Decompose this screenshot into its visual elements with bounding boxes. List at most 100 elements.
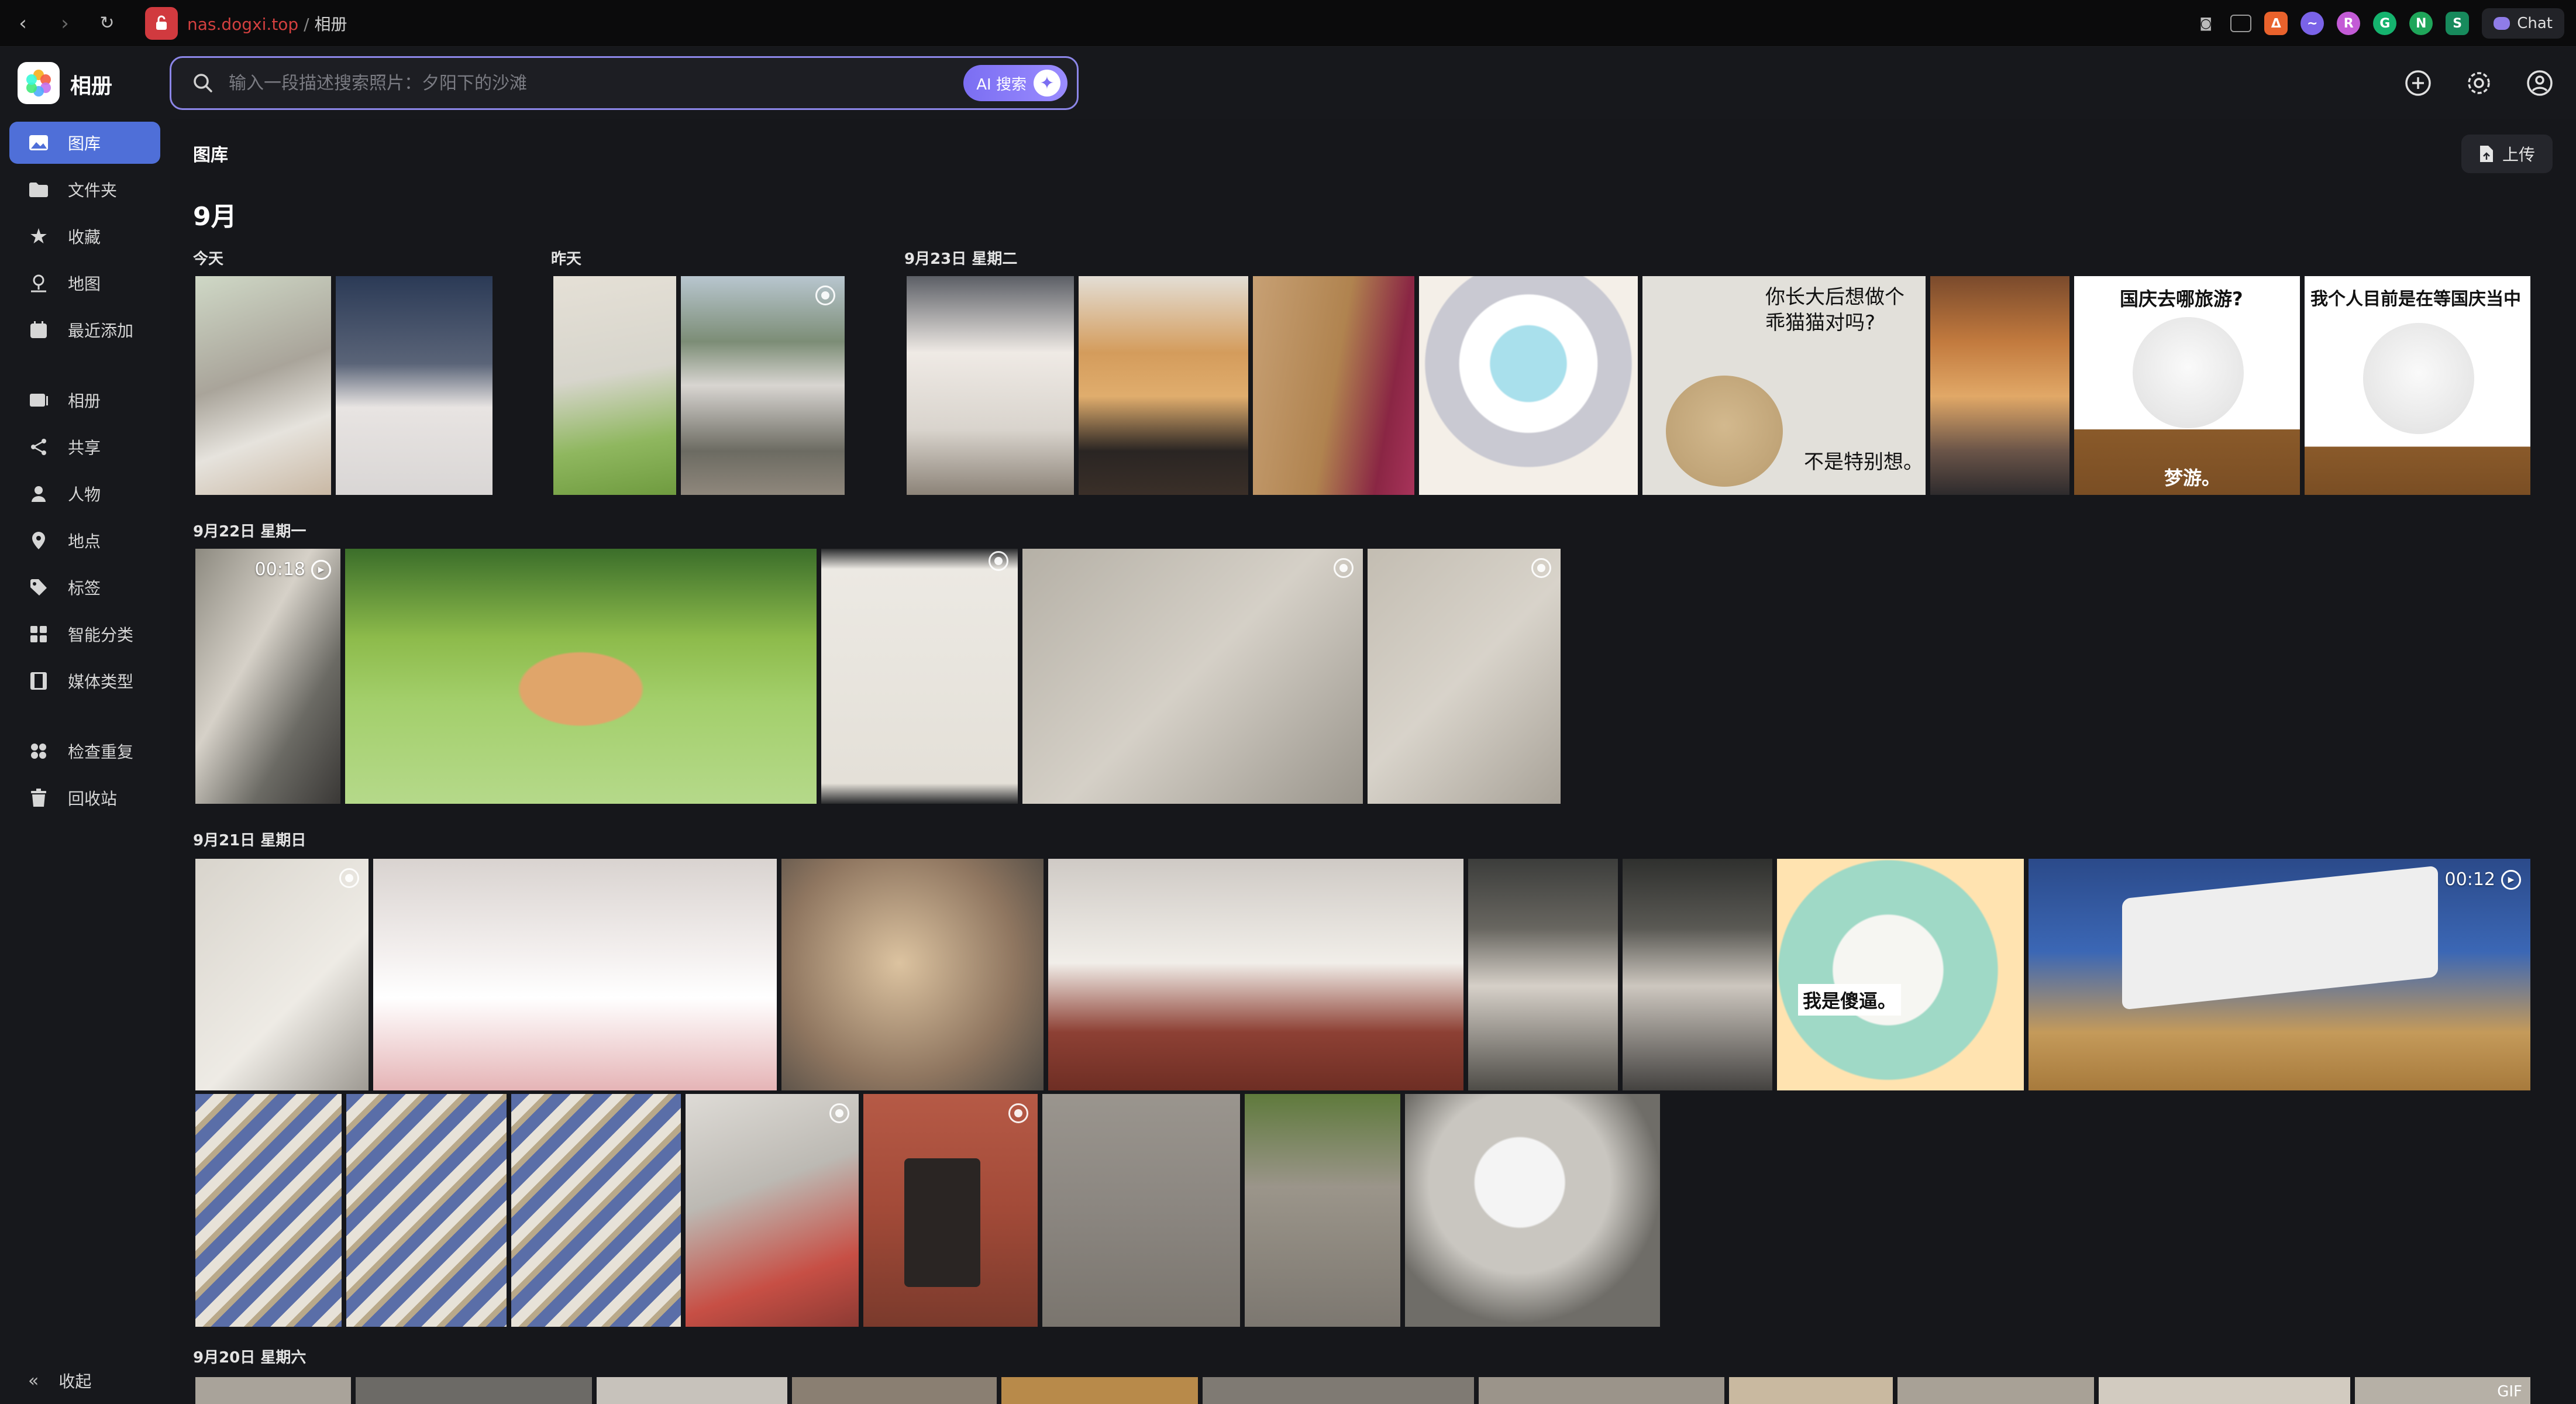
photo-thumbnail[interactable]: [1022, 549, 1363, 804]
account-icon[interactable]: [2525, 68, 2555, 98]
url-text: nas.dogxi.top / 相册: [187, 14, 347, 34]
sidebar-item-trash[interactable]: 回收站: [9, 777, 160, 819]
s-extension-icon[interactable]: S: [2446, 12, 2470, 35]
photo-thumbnail[interactable]: [686, 1094, 859, 1327]
sidebar-item-albums[interactable]: 相册: [9, 379, 160, 421]
grammarly-extension-icon[interactable]: G: [2373, 12, 2397, 35]
photo-thumbnail[interactable]: [1897, 1377, 2094, 1404]
fox-extension-icon[interactable]: ᐃ: [2264, 12, 2288, 35]
sidebar-item-smart[interactable]: 智能分类: [9, 613, 160, 655]
meme-caption-guoqing-answer: 梦游。: [2164, 467, 2221, 489]
sidebar-item-folders[interactable]: 文件夹: [9, 168, 160, 211]
sidebar-item-media-types[interactable]: 媒体类型: [9, 660, 160, 702]
photo-thumbnail[interactable]: 我是傻逼。: [1777, 859, 2024, 1090]
settings-icon[interactable]: [2464, 68, 2494, 98]
upload-button[interactable]: 上传: [2461, 135, 2553, 173]
photo-thumbnail[interactable]: [1419, 276, 1638, 495]
photo-thumbnail[interactable]: [821, 549, 1018, 804]
sidebar-item-label: 标签: [68, 579, 101, 598]
collapse-sidebar-button[interactable]: « 收起: [9, 1363, 91, 1398]
photo-thumbnail[interactable]: [1253, 276, 1414, 495]
extensions-bar: ◙ ᐃ ~ R G N S Chat: [2194, 6, 2564, 41]
photo-thumbnail[interactable]: [511, 1094, 681, 1327]
date-label-sep20: 9月20日 星期六: [193, 1349, 306, 1367]
photo-thumbnail[interactable]: [1479, 1377, 1724, 1404]
app-title: 相册: [70, 74, 113, 98]
photo-thumbnail[interactable]: [1245, 1094, 1400, 1327]
date-label-sep23: 9月23日 星期二: [904, 250, 1018, 268]
photo-thumbnail[interactable]: [1001, 1377, 1198, 1404]
photo-thumbnail[interactable]: [781, 859, 1044, 1090]
sidebar-item-shared[interactable]: 共享: [9, 426, 160, 468]
photo-thumbnail[interactable]: [597, 1377, 787, 1404]
lr-extension-icon[interactable]: R: [2337, 12, 2361, 35]
photo-thumbnail[interactable]: [356, 1377, 592, 1404]
app-header: 相册 AI 搜索 ✦: [0, 47, 2576, 119]
photo-thumbnail[interactable]: [195, 1377, 351, 1404]
photo-thumbnail[interactable]: [1203, 1377, 1474, 1404]
sidebar-item-tags[interactable]: 标签: [9, 566, 160, 608]
search-icon: [194, 74, 212, 92]
photo-thumbnail[interactable]: [1368, 549, 1561, 804]
photo-thumbnail[interactable]: [1729, 1377, 1893, 1404]
photo-thumbnail[interactable]: 我个人目前是在等国庆当中: [2305, 276, 2530, 495]
sidebar-item-favorites[interactable]: ★ 收藏: [9, 215, 160, 257]
meme-cat-face: [1666, 376, 1783, 487]
photo-thumbnail[interactable]: [553, 276, 676, 495]
photo-thumbnail[interactable]: [373, 859, 777, 1090]
chat-button[interactable]: Chat: [2482, 8, 2564, 39]
photo-thumbnail[interactable]: [863, 1094, 1038, 1327]
photo-thumbnail[interactable]: [2099, 1377, 2350, 1404]
photo-thumbnail[interactable]: [195, 1094, 342, 1327]
play-icon: ▶: [2501, 869, 2521, 890]
reload-icon[interactable]: ↻: [92, 9, 122, 38]
photo-thumbnail[interactable]: [336, 276, 493, 495]
n-extension-icon[interactable]: N: [2409, 12, 2433, 35]
forward-icon[interactable]: ›: [50, 9, 80, 38]
video-thumbnail[interactable]: 00:12 ▶: [2029, 859, 2530, 1090]
page-title: 图库: [193, 145, 228, 166]
tag-icon: [27, 576, 50, 599]
photo-thumbnail[interactable]: [907, 276, 1074, 495]
photo-thumbnail[interactable]: [195, 276, 331, 495]
sidebar-item-recent[interactable]: 最近添加: [9, 309, 160, 351]
sidebar-item-map[interactable]: 地图: [9, 262, 160, 304]
sidebar-item-library[interactable]: 图库: [9, 122, 160, 164]
sidebar-item-label: 媒体类型: [68, 672, 134, 691]
photo-thumbnail[interactable]: [346, 1094, 507, 1327]
photo-thumbnail[interactable]: 你长大后想做个乖猫猫对吗? 不是特别想。: [1642, 276, 1926, 495]
photo-thumbnail[interactable]: [1042, 1094, 1240, 1327]
photo-thumbnail[interactable]: 国庆去哪旅游? 梦游。: [2074, 276, 2300, 495]
film-icon: [27, 669, 50, 693]
live-photo-icon: [829, 1103, 849, 1123]
duration-text: 00:18: [254, 559, 305, 580]
photo-thumbnail[interactable]: [1930, 276, 2069, 495]
photo-thumbnail[interactable]: [1623, 859, 1772, 1090]
photo-thumbnail[interactable]: [1079, 276, 1248, 495]
search-input[interactable]: [229, 73, 964, 94]
photo-thumbnail[interactable]: [345, 549, 817, 804]
sidebar-item-duplicates[interactable]: 检查重复: [9, 730, 160, 772]
photo-thumbnail[interactable]: [1405, 1094, 1660, 1327]
photo-thumbnail[interactable]: [681, 276, 845, 495]
photo-thumbnail[interactable]: [792, 1377, 997, 1404]
photo-thumbnail[interactable]: [1468, 859, 1618, 1090]
video-thumbnail[interactable]: 00:18 ▶: [195, 549, 340, 804]
photo-thumbnail[interactable]: [195, 859, 369, 1090]
site-favicon-icon: [145, 6, 178, 40]
photo-thumbnail[interactable]: [1048, 859, 1463, 1090]
sidebar-item-places[interactable]: 地点: [9, 519, 160, 562]
trash-icon: [27, 786, 50, 810]
live-photo-icon: [989, 551, 1008, 571]
address-bar[interactable]: nas.dogxi.top / 相册: [145, 6, 347, 40]
sidebar-item-people[interactable]: 人物: [9, 473, 160, 515]
add-icon[interactable]: [2403, 68, 2433, 98]
ai-search-button[interactable]: AI 搜索 ✦: [963, 65, 1067, 101]
camera-icon[interactable]: ◙: [2194, 12, 2217, 35]
image-icon[interactable]: [2230, 15, 2252, 32]
search-bar[interactable]: AI 搜索 ✦: [170, 56, 1079, 110]
gif-thumbnail[interactable]: GIF: [2355, 1377, 2530, 1404]
back-icon[interactable]: ‹: [8, 9, 37, 38]
meme-caption-answer: 不是特别想。: [1804, 450, 1923, 474]
cloud-extension-icon[interactable]: ~: [2301, 12, 2324, 35]
